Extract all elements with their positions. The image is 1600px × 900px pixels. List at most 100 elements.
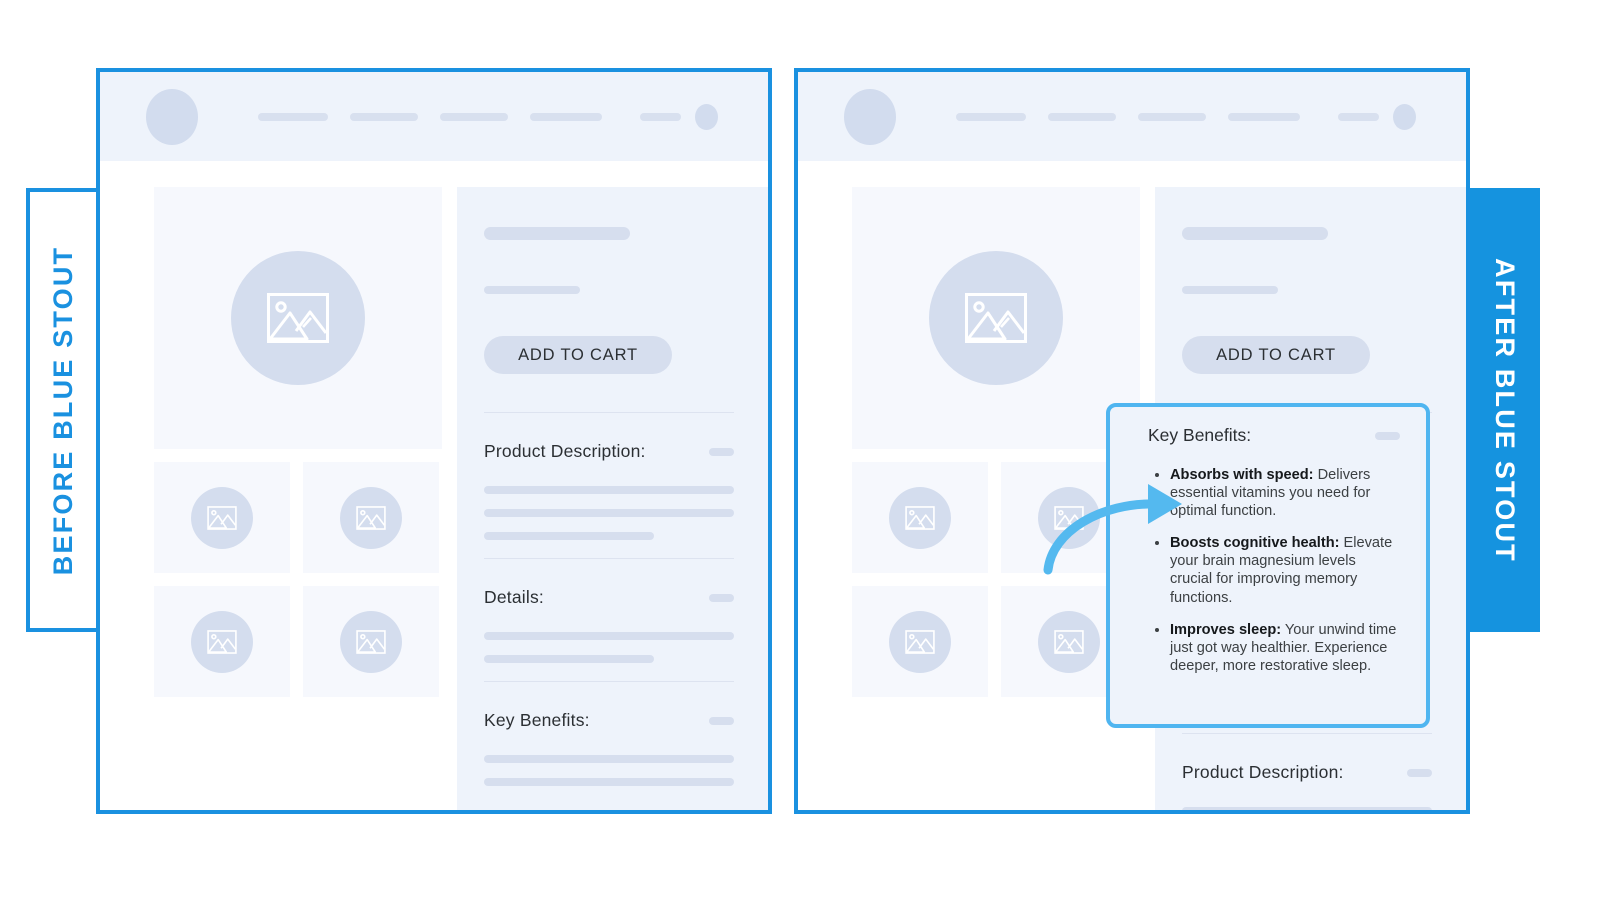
image-placeholder-icon xyxy=(267,293,329,343)
site-logo-icon[interactable] xyxy=(146,88,198,145)
thumbnail-1[interactable] xyxy=(154,462,290,573)
product-info-column: ADD TO CART Product Description: Details… xyxy=(457,187,768,810)
text-line xyxy=(484,486,734,494)
account-avatar[interactable] xyxy=(1393,103,1416,130)
chevron-toggle-icon[interactable] xyxy=(709,716,734,725)
browser-nav-right xyxy=(1338,103,1416,130)
benefits-list: Absorbs with speed: Delivers essential v… xyxy=(1148,466,1400,675)
benefit-item: Absorbs with speed: Delivers essential v… xyxy=(1170,466,1400,520)
section-title: Details: xyxy=(484,587,544,607)
nav-link-3[interactable] xyxy=(1138,112,1206,121)
section-product-description: Product Description: xyxy=(484,441,734,559)
image-placeholder-icon xyxy=(207,629,237,654)
thumbnail-circle xyxy=(340,486,402,549)
section-title: Key Benefits: xyxy=(484,710,590,730)
thumbnail-3[interactable] xyxy=(154,586,290,697)
nav-link-3[interactable] xyxy=(440,112,508,121)
add-to-cart-button[interactable]: ADD TO CART xyxy=(1182,336,1370,374)
section-header[interactable]: Details: xyxy=(484,587,734,608)
image-placeholder-icon xyxy=(1054,629,1084,654)
section-header[interactable]: Product Description: xyxy=(484,441,734,462)
benefit-item: Improves sleep: Your unwind time just go… xyxy=(1170,621,1400,675)
section-divider xyxy=(1182,733,1432,734)
section-body-lines xyxy=(484,632,734,663)
thumbnail-grid xyxy=(852,462,1148,697)
text-line xyxy=(1182,807,1432,810)
nav-link-5[interactable] xyxy=(640,112,681,121)
browser-nav-links xyxy=(956,112,1300,121)
product-gallery xyxy=(852,187,1148,810)
section-product-description: Product Description: xyxy=(1182,762,1432,810)
callout-header[interactable]: Key Benefits: xyxy=(1148,425,1400,446)
image-placeholder-icon xyxy=(356,629,386,654)
section-body-lines xyxy=(484,755,734,786)
add-to-cart-button[interactable]: ADD TO CART xyxy=(484,336,672,374)
image-placeholder-icon xyxy=(905,629,935,654)
browser-nav-right xyxy=(640,103,718,130)
section-header[interactable]: Key Benefits: xyxy=(484,710,734,731)
before-label-tab: BEFORE BLUE STOUT xyxy=(26,188,98,632)
thumbnail-grid xyxy=(154,462,450,697)
nav-link-5[interactable] xyxy=(1338,112,1379,121)
text-line xyxy=(484,532,654,540)
product-title-placeholder xyxy=(1182,227,1328,240)
thumbnail-circle xyxy=(191,486,253,549)
thumbnail-circle xyxy=(889,610,951,673)
image-placeholder-icon xyxy=(1054,505,1084,530)
product-title-placeholder xyxy=(484,227,630,240)
thumbnail-circle xyxy=(889,486,951,549)
hero-image-circle xyxy=(929,251,1063,385)
section-header[interactable]: Product Description: xyxy=(1182,762,1432,783)
chevron-toggle-icon[interactable] xyxy=(709,447,734,456)
after-label-tab: AFTER BLUE STOUT xyxy=(1468,188,1540,632)
nav-link-2[interactable] xyxy=(350,112,418,121)
thumbnail-circle xyxy=(1038,610,1100,673)
after-label-text: AFTER BLUE STOUT xyxy=(1489,257,1520,563)
nav-link-2[interactable] xyxy=(1048,112,1116,121)
hero-image-tile[interactable] xyxy=(852,187,1140,449)
chevron-toggle-icon[interactable] xyxy=(709,593,734,602)
nav-link-1[interactable] xyxy=(258,112,328,121)
chevron-toggle-icon[interactable] xyxy=(1407,768,1432,777)
callout-title: Key Benefits: xyxy=(1148,425,1252,445)
text-line xyxy=(484,632,734,640)
benefit-label: Improves sleep: xyxy=(1170,621,1282,638)
before-label-text: BEFORE BLUE STOUT xyxy=(48,245,79,575)
key-benefits-callout: Key Benefits: Absorbs with speed: Delive… xyxy=(1106,403,1430,728)
thumbnail-circle xyxy=(1038,486,1100,549)
text-line xyxy=(484,655,654,663)
benefit-label: Boosts cognitive health: xyxy=(1170,535,1340,552)
image-placeholder-icon xyxy=(965,293,1027,343)
thumbnail-4[interactable] xyxy=(303,586,439,697)
product-price-placeholder xyxy=(1182,286,1278,294)
thumbnail-circle xyxy=(191,610,253,673)
image-placeholder-icon xyxy=(356,505,386,530)
hero-image-tile[interactable] xyxy=(154,187,442,449)
nav-link-4[interactable] xyxy=(1228,112,1300,121)
site-logo-icon[interactable] xyxy=(844,88,896,145)
section-divider xyxy=(484,681,734,682)
section-title: Product Description: xyxy=(484,441,646,461)
browser-nav-links xyxy=(258,112,602,121)
hero-image-circle xyxy=(231,251,365,385)
benefit-label: Absorbs with speed: xyxy=(1170,467,1314,483)
text-line xyxy=(484,509,734,517)
product-price-placeholder xyxy=(484,286,580,294)
product-page-body: ADD TO CART Product Description: Details… xyxy=(100,161,768,810)
thumbnail-1[interactable] xyxy=(852,462,988,573)
image-placeholder-icon xyxy=(905,505,935,530)
account-avatar[interactable] xyxy=(695,103,718,130)
browser-header-bar xyxy=(100,72,768,161)
section-key-benefits: Key Benefits: xyxy=(484,710,734,786)
benefit-item: Boosts cognitive health: Elevate your br… xyxy=(1170,534,1400,606)
section-details: Details: xyxy=(484,587,734,682)
text-line xyxy=(484,755,734,763)
browser-header-bar xyxy=(798,72,1466,161)
nav-link-1[interactable] xyxy=(956,112,1026,121)
section-body-lines xyxy=(1182,807,1432,810)
before-browser-panel: ADD TO CART Product Description: Details… xyxy=(96,68,772,814)
chevron-toggle-icon[interactable] xyxy=(1375,431,1400,440)
thumbnail-3[interactable] xyxy=(852,586,988,697)
thumbnail-2[interactable] xyxy=(303,462,439,573)
nav-link-4[interactable] xyxy=(530,112,602,121)
